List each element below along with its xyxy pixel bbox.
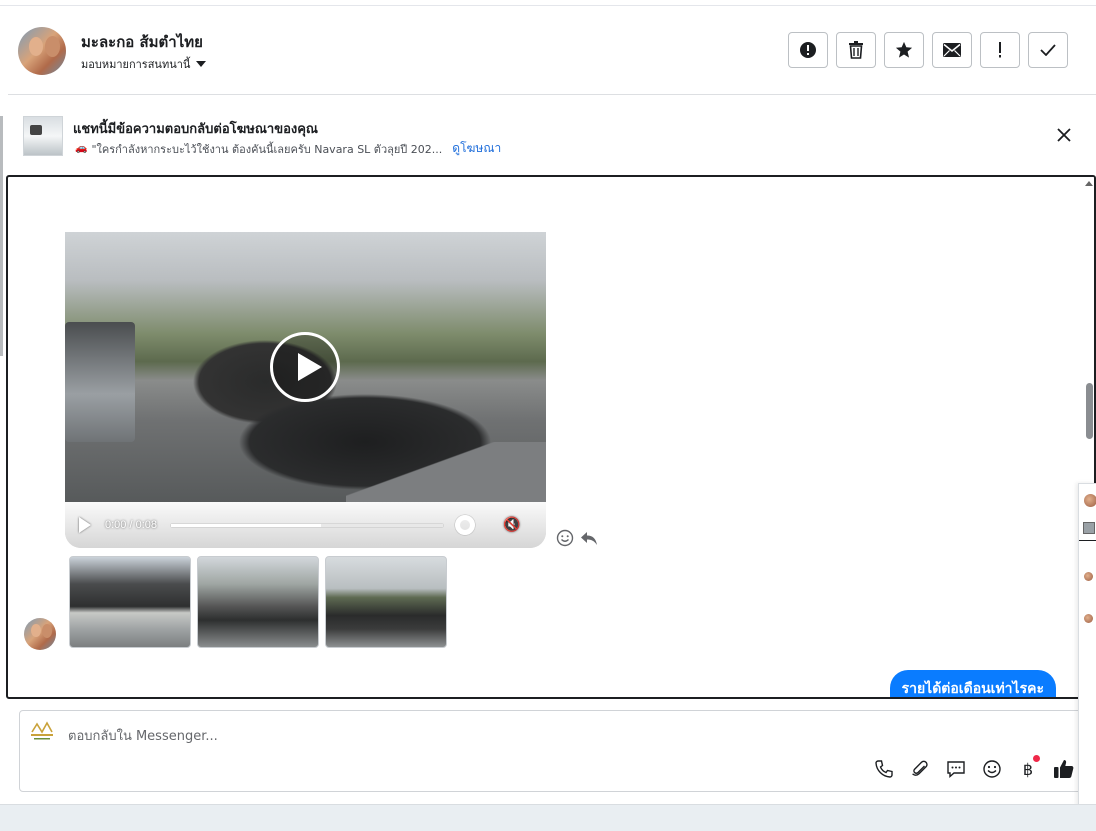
image-thumbnail[interactable]: [197, 556, 319, 648]
conversation-header: มะละกอ ส้มตำไทย มอบหมายการสนทนานี้: [8, 7, 1096, 95]
mark-unread-button[interactable]: [932, 32, 972, 68]
ad-snippet: "ใครกำลังหากระบะไว้ใช้งาน ต้องคันนี้เลยค…: [91, 142, 443, 156]
attach-button[interactable]: [908, 757, 932, 781]
ad-banner-title: แชทนี้มีข้อความตอบกลับต่อโฆษณาของคุณ: [73, 122, 318, 137]
conversation-avatar[interactable]: [1084, 614, 1093, 623]
play-overlay-icon[interactable]: [270, 332, 340, 402]
side-conversation-list: [1078, 483, 1096, 819]
reply-composer: ตอบกลับใน Messenger... ฿: [19, 710, 1083, 792]
mark-done-button[interactable]: [1028, 32, 1068, 68]
business-logo-icon: [31, 721, 53, 740]
call-button[interactable]: [872, 757, 896, 781]
outgoing-message-bubble[interactable]: รายได้ต่อเดือนเท่าไรคะ: [889, 670, 1056, 697]
emoji-button[interactable]: [980, 757, 1004, 781]
sender-avatar[interactable]: [24, 618, 56, 650]
baht-icon: ฿: [1022, 759, 1034, 779]
scroll-up-arrow-icon[interactable]: [1085, 181, 1093, 186]
image-thumbnail[interactable]: [325, 556, 447, 648]
car-icon: 🚗: [75, 143, 88, 154]
view-ad-link[interactable]: ดูโฆษณา: [452, 139, 501, 158]
video-time: 0:00 / 0:08: [105, 519, 157, 531]
alert-circle-icon: [800, 42, 816, 58]
reply-input[interactable]: ตอบกลับใน Messenger...: [68, 725, 218, 746]
star-button[interactable]: [884, 32, 924, 68]
message-reactions: [556, 529, 598, 547]
settings-gear-icon[interactable]: [455, 515, 475, 535]
notification-dot: [1033, 755, 1040, 762]
exclamation-icon: [999, 42, 1001, 58]
top-edge: [0, 0, 1096, 6]
report-button[interactable]: [788, 32, 828, 68]
header-actions: [788, 32, 1068, 68]
video-frame[interactable]: [65, 232, 546, 502]
reply-icon[interactable]: [580, 529, 598, 547]
delete-button[interactable]: [836, 32, 876, 68]
assign-label: มอบหมายการสนทนานี้: [81, 58, 191, 71]
video-controls: 0:00 / 0:08 🔇: [65, 502, 546, 548]
conversation-avatar[interactable]: [1084, 572, 1093, 581]
close-banner-button[interactable]: [1054, 125, 1074, 145]
ad-thumbnail-mini[interactable]: [1083, 522, 1095, 534]
thumbs-up-icon: [1054, 760, 1074, 778]
image-attachments: [69, 556, 447, 648]
saved-replies-button[interactable]: [944, 757, 968, 781]
caret-down-icon: [196, 61, 207, 67]
assign-conversation-dropdown[interactable]: มอบหมายการสนทนานี้: [81, 55, 207, 73]
ad-reply-banner: แชทนี้มีข้อความตอบกลับต่อโฆษณาของคุณ 🚗 "…: [8, 97, 1096, 173]
ad-thumbnail[interactable]: [23, 116, 63, 156]
like-button[interactable]: [1052, 757, 1076, 781]
smiley-icon: [983, 760, 1001, 778]
mark-important-button[interactable]: [980, 32, 1020, 68]
image-thumbnail[interactable]: [69, 556, 191, 648]
chat-bubble-icon: [947, 761, 965, 779]
trash-icon: [849, 41, 863, 59]
video-scene-road: [346, 442, 546, 502]
video-attachment[interactable]: 0:00 / 0:08 🔇: [65, 232, 546, 548]
divider: [1079, 540, 1096, 541]
video-progress-bar[interactable]: [171, 523, 443, 527]
message-thread[interactable]: 0:00 / 0:08 🔇 รายได้ต่อเดือนเท่าไรคะ: [6, 175, 1096, 699]
contact-avatar[interactable]: [18, 27, 66, 75]
scrollbar-thumb[interactable]: [1086, 383, 1093, 439]
emoji-react-icon[interactable]: [556, 529, 574, 547]
composer-tools: ฿: [872, 755, 1076, 781]
check-icon: [1040, 44, 1056, 56]
paperclip-icon: [912, 760, 928, 776]
contact-name[interactable]: มะละกอ ส้มตำไทย: [81, 30, 203, 54]
payment-button[interactable]: ฿: [1016, 755, 1040, 781]
ad-snippet-row: 🚗 "ใครกำลังหากระบะไว้ใช้งาน ต้องคันนี้เล…: [75, 139, 501, 158]
mail-icon: [943, 43, 961, 57]
close-icon: [1057, 128, 1071, 142]
play-icon[interactable]: [79, 517, 91, 533]
conversation-avatar[interactable]: [1084, 494, 1096, 507]
star-icon: [895, 41, 913, 58]
left-resize-handle[interactable]: [0, 116, 3, 356]
phone-icon: [875, 760, 893, 778]
video-scene-truck: [65, 322, 135, 442]
mute-icon[interactable]: 🔇: [503, 517, 520, 533]
bottom-status-strip: [0, 804, 1096, 831]
